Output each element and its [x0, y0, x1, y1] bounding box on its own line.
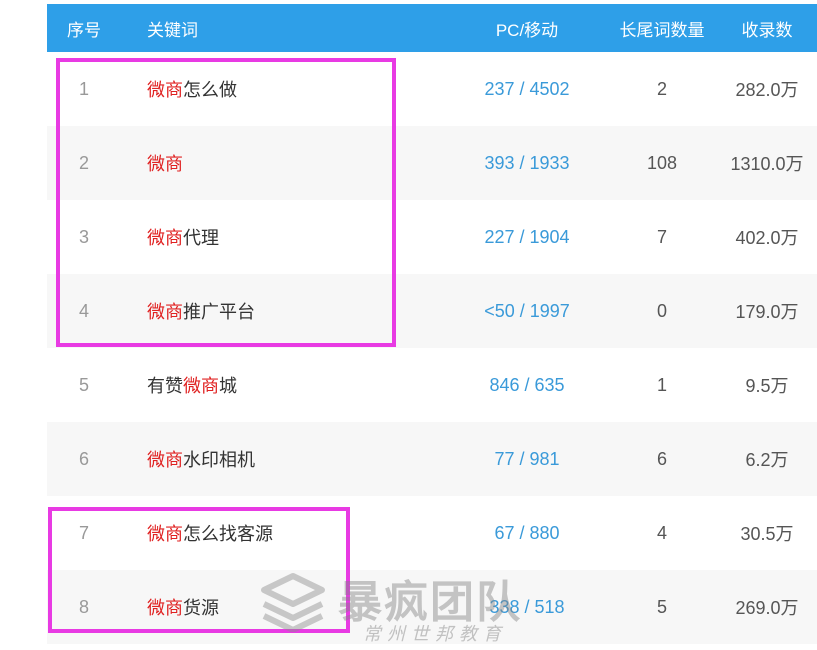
row-indexed: 179.0万 [735, 302, 799, 322]
table-row: 2 微商 393 / 1933 108 1310.0万 [47, 126, 817, 200]
keyword-suffix: 推广平台 [183, 302, 255, 322]
keyword-highlight: 微商 [147, 450, 183, 470]
row-index: 7 [79, 522, 90, 543]
keyword-highlight: 微商 [183, 376, 219, 396]
keyword-highlight: 微商 [147, 228, 183, 248]
row-index: 8 [79, 596, 90, 617]
row-keyword[interactable]: 微商怎么找客源 [147, 520, 447, 546]
row-keyword[interactable]: 微商水印相机 [147, 446, 447, 472]
keyword-highlight: 微商 [147, 80, 183, 100]
header-indexed[interactable]: 收录数 [717, 16, 817, 41]
row-pc-mobile[interactable]: 393 / 1933 [447, 153, 607, 174]
row-index: 3 [79, 226, 90, 247]
table-row: 4 微商推广平台 <50 / 1997 0 179.0万 [47, 274, 817, 348]
row-indexed: 282.0万 [735, 80, 799, 100]
row-keyword[interactable]: 微商推广平台 [147, 298, 447, 324]
row-pc-mobile[interactable]: 846 / 635 [447, 375, 607, 396]
row-long-tail: 2 [656, 78, 667, 99]
keyword-highlight: 微商 [147, 302, 183, 322]
keyword-suffix: 水印相机 [183, 450, 255, 470]
row-pc-mobile[interactable]: <50 / 1997 [447, 301, 607, 322]
table-header: 序号 关键词 PC/移动 长尾词数量 收录数 [47, 4, 817, 52]
table-row: 3 微商代理 227 / 1904 7 402.0万 [47, 200, 817, 274]
row-index: 2 [79, 152, 90, 173]
keyword-highlight: 微商 [147, 524, 183, 544]
table-row: 8 微商货源 338 / 518 5 269.0万 [47, 570, 817, 644]
keyword-suffix: 代理 [183, 228, 219, 248]
row-keyword[interactable]: 微商货源 [147, 594, 447, 620]
row-pc-mobile[interactable]: 67 / 880 [447, 523, 607, 544]
row-pc-mobile[interactable]: 227 / 1904 [447, 227, 607, 248]
row-long-tail: 1 [656, 374, 667, 395]
header-keyword[interactable]: 关键词 [147, 16, 447, 41]
keyword-suffix: 怎么找客源 [183, 524, 273, 544]
row-long-tail: 0 [656, 300, 667, 321]
row-index: 5 [79, 374, 90, 395]
header-pc-mobile[interactable]: PC/移动 [447, 16, 607, 41]
keyword-highlight: 微商 [147, 598, 183, 618]
row-indexed: 6.2万 [745, 450, 789, 470]
row-keyword[interactable]: 微商代理 [147, 224, 447, 250]
row-keyword[interactable]: 有赞微商城 [147, 372, 447, 398]
keyword-suffix: 城 [219, 376, 237, 396]
keyword-highlight: 微商 [147, 154, 183, 174]
row-keyword[interactable]: 微商 [147, 150, 447, 176]
row-pc-mobile[interactable]: 237 / 4502 [447, 79, 607, 100]
row-pc-mobile[interactable]: 338 / 518 [447, 597, 607, 618]
keyword-suffix: 怎么做 [183, 80, 237, 100]
header-long-tail[interactable]: 长尾词数量 [607, 16, 717, 41]
table-row: 6 微商水印相机 77 / 981 6 6.2万 [47, 422, 817, 496]
row-index: 4 [79, 300, 90, 321]
header-index[interactable]: 序号 [47, 16, 147, 41]
table-row: 5 有赞微商城 846 / 635 1 9.5万 [47, 348, 817, 422]
row-indexed: 269.0万 [735, 598, 799, 618]
row-long-tail: 4 [656, 522, 667, 543]
row-keyword[interactable]: 微商怎么做 [147, 76, 447, 102]
keyword-prefix: 有赞 [147, 376, 183, 396]
table-row: 1 微商怎么做 237 / 4502 2 282.0万 [47, 52, 817, 126]
row-indexed: 9.5万 [745, 376, 789, 396]
keyword-suffix: 货源 [183, 598, 219, 618]
row-index: 1 [79, 78, 90, 99]
row-long-tail: 6 [656, 448, 667, 469]
row-long-tail: 108 [646, 152, 678, 173]
row-indexed: 1310.0万 [730, 154, 804, 174]
row-indexed: 30.5万 [740, 524, 794, 544]
row-indexed: 402.0万 [735, 228, 799, 248]
row-pc-mobile[interactable]: 77 / 981 [447, 449, 607, 470]
row-long-tail: 7 [656, 226, 667, 247]
keyword-table: 序号 关键词 PC/移动 长尾词数量 收录数 1 微商怎么做 237 / 450… [47, 4, 817, 644]
row-index: 6 [79, 448, 90, 469]
row-long-tail: 5 [656, 596, 667, 617]
table-row: 7 微商怎么找客源 67 / 880 4 30.5万 [47, 496, 817, 570]
